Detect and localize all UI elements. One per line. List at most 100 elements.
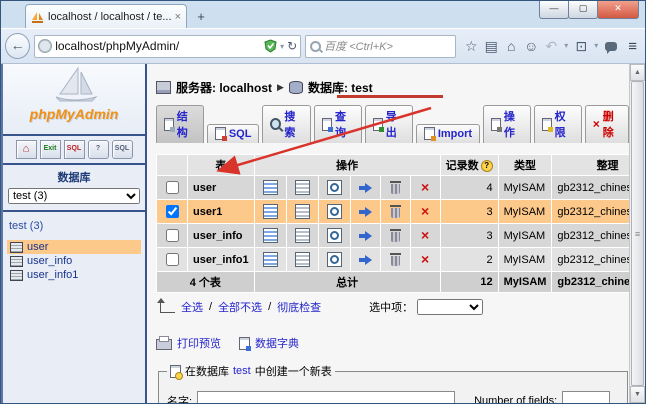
scroll-thumb[interactable]: ≡ (631, 81, 644, 386)
tab-drop[interactable]: ×删除 (585, 105, 629, 143)
records-help-icon[interactable]: ? (481, 160, 493, 172)
close-button[interactable]: ✕ (597, 1, 639, 19)
sidebar-table-item[interactable]: user (7, 240, 141, 254)
new-tab-button[interactable]: + (189, 9, 213, 26)
database-select[interactable]: test (3) (8, 188, 140, 204)
url-text[interactable]: localhost/phpMyAdmin/ (55, 39, 261, 53)
empty-icon[interactable] (389, 229, 402, 242)
undo-icon[interactable]: ↶ (542, 36, 560, 56)
tab-operations[interactable]: 操作 (483, 105, 531, 143)
structure-icon[interactable] (295, 180, 310, 195)
sidebar-database-link[interactable]: test (3) (3, 212, 145, 236)
maximize-button[interactable]: ▢ (568, 1, 598, 19)
screenshot-icon[interactable]: ⊡ (572, 36, 590, 56)
site-identity-icon (38, 39, 52, 53)
table-name[interactable]: user1 (188, 200, 255, 224)
row-checkbox[interactable] (166, 181, 179, 194)
scroll-up-icon[interactable]: ▲ (630, 64, 645, 81)
url-dropdown-icon[interactable]: ▾ (280, 42, 284, 51)
pma-logo[interactable]: phpMyAdmin (3, 64, 145, 136)
security-shield-icon[interactable] (264, 39, 277, 53)
undo-dropdown-icon[interactable]: ▾ (562, 36, 570, 56)
table-name[interactable]: user (188, 176, 255, 200)
search-icon[interactable] (327, 180, 342, 195)
with-selected-dropdown[interactable] (417, 299, 483, 315)
minimize-button[interactable]: — (539, 1, 569, 19)
tab-import[interactable]: Import (416, 124, 480, 143)
home-button[interactable]: ⌂ (16, 140, 37, 159)
table-name[interactable]: user_info1 (188, 248, 255, 272)
tab-close-icon[interactable]: × (175, 11, 181, 23)
tab-sql[interactable]: SQL (207, 124, 260, 143)
screenshot-dropdown-icon[interactable]: ▾ (592, 36, 600, 56)
tab-query[interactable]: 查询 (314, 105, 362, 143)
action-cell (286, 176, 318, 200)
empty-icon[interactable] (389, 205, 402, 218)
scrollbar[interactable]: ▲ ≡ ▼ (629, 64, 645, 403)
drop-icon[interactable]: × (419, 253, 432, 266)
reload-icon[interactable]: ↻ (287, 39, 297, 53)
sql-window-button[interactable]: SQL (64, 140, 85, 159)
data-dictionary-link[interactable]: 数据字典 (255, 335, 299, 351)
mysql-docs-button[interactable]: SQL (112, 140, 133, 159)
row-checkbox[interactable] (166, 253, 179, 266)
sidebar-table-item[interactable]: user_info (7, 254, 141, 268)
empty-icon[interactable] (389, 181, 402, 194)
insert-icon[interactable] (359, 229, 372, 242)
home-icon[interactable]: ⌂ (502, 36, 520, 56)
browse-icon[interactable] (263, 252, 278, 267)
search-icon[interactable] (327, 228, 342, 243)
structure-icon[interactable] (295, 204, 310, 219)
browse-icon[interactable] (263, 204, 278, 219)
chat-icon[interactable] (602, 36, 620, 56)
insert-icon[interactable] (359, 181, 372, 194)
browser-tab[interactable]: localhost / localhost / te... × (25, 4, 187, 28)
table-name[interactable]: user_info (188, 224, 255, 248)
pma-wordmark: phpMyAdmin (3, 106, 145, 122)
check-all-link[interactable]: 全选 (181, 299, 203, 315)
back-button[interactable]: ← (5, 33, 30, 59)
search-icon[interactable] (327, 252, 342, 267)
structure-icon[interactable] (295, 252, 310, 267)
tab-export[interactable]: 导出 (365, 105, 413, 143)
bookmarks-list-icon[interactable]: ▤ (482, 36, 500, 56)
drop-icon[interactable]: × (419, 205, 432, 218)
check-all-arrow-icon (160, 302, 175, 313)
breadcrumb-database[interactable]: 数据库: test (308, 79, 373, 96)
drop-icon[interactable]: × (419, 181, 432, 194)
row-checkbox-cell (157, 176, 188, 200)
search-icon[interactable] (327, 204, 342, 219)
empty-icon[interactable] (389, 253, 402, 266)
tab-structure[interactable]: 结构 (156, 105, 204, 143)
scroll-down-icon[interactable]: ▼ (630, 386, 645, 403)
browse-icon[interactable] (263, 180, 278, 195)
new-table-icon (170, 365, 181, 378)
table-name-input[interactable] (197, 391, 455, 403)
row-checkbox[interactable] (166, 205, 179, 218)
browse-icon[interactable] (263, 228, 278, 243)
print-view-link[interactable]: 打印预览 (177, 335, 221, 351)
search-placeholder[interactable]: 百度 <Ctrl+K> (324, 38, 393, 54)
url-bar[interactable]: localhost/phpMyAdmin/ ▾ ↻ (34, 35, 301, 58)
breadcrumb-server[interactable]: 服务器: localhost (176, 79, 272, 96)
collation-cell: gb2312_chinese_ci (552, 248, 629, 272)
uncheck-all-link[interactable]: 全部不选 (218, 299, 262, 315)
pma-docs-button[interactable]: ? (88, 140, 109, 159)
check-overhead-link[interactable]: 彻底检查 (277, 299, 321, 315)
insert-icon[interactable] (359, 253, 372, 266)
tab-search[interactable]: 搜索 (262, 105, 311, 143)
structure-icon[interactable] (295, 228, 310, 243)
legend-db-name[interactable]: test (233, 365, 251, 377)
insert-icon[interactable] (359, 205, 372, 218)
logout-button[interactable]: Exit (40, 140, 61, 159)
bookmark-star-icon[interactable]: ☆ (462, 36, 480, 56)
feedback-smiley-icon[interactable]: ☺ (522, 36, 540, 56)
tab-privileges[interactable]: 权限 (534, 105, 582, 143)
drop-icon[interactable]: × (419, 229, 432, 242)
row-checkbox[interactable] (166, 229, 179, 242)
search-bar[interactable]: 百度 <Ctrl+K> (305, 35, 456, 58)
sidebar-table-item[interactable]: user_info1 (7, 268, 141, 282)
num-fields-input[interactable] (562, 391, 610, 403)
table-row: user1×3MyISAMgb2312_chinese_ci2.3 KB224 … (157, 200, 630, 224)
menu-icon[interactable]: ≡ (628, 38, 637, 55)
